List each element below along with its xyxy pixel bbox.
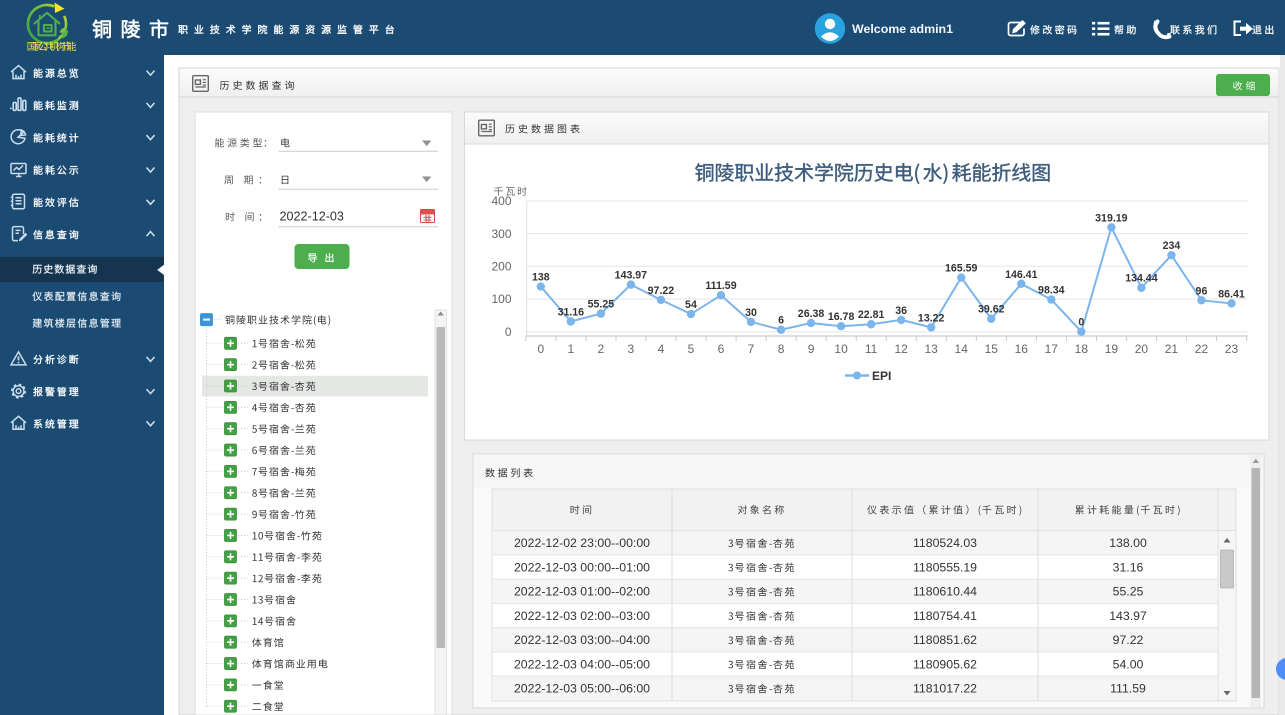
svg-text:138.00: 138.00 [1109,536,1147,550]
svg-text:39.62: 39.62 [978,304,1005,316]
svg-text:18: 18 [1075,342,1089,356]
svg-text:2022-12-03 02:00--03:00: 2022-12-03 02:00--03:00 [514,609,650,623]
svg-text:146.41: 146.41 [1005,269,1038,281]
svg-text:98.34: 98.34 [1038,285,1065,297]
svg-text:2022-12-03 03:00--04:00: 2022-12-03 03:00--04:00 [514,633,650,647]
svg-text:111.59: 111.59 [705,280,736,292]
svg-text:30: 30 [745,307,757,319]
svg-text:111.59: 111.59 [1110,682,1146,696]
svg-text:1: 1 [567,342,574,356]
svg-text:1180524.03: 1180524.03 [913,536,977,550]
svg-text:15: 15 [985,342,999,356]
svg-text:26.38: 26.38 [798,308,825,320]
svg-text:12: 12 [894,342,908,356]
svg-text:138: 138 [532,272,550,284]
svg-text:5: 5 [688,342,695,356]
svg-text:4: 4 [658,342,665,356]
svg-text:8: 8 [778,342,785,356]
svg-text:2022-12-03 05:00--06:00: 2022-12-03 05:00--06:00 [514,682,650,696]
svg-text:55.25: 55.25 [1113,585,1144,599]
svg-text:400: 400 [491,194,511,208]
svg-text:86.41: 86.41 [1218,288,1245,300]
svg-text:EPI: EPI [872,369,891,383]
svg-text:2022-12-03: 2022-12-03 [280,210,344,224]
svg-text:17: 17 [1045,342,1059,356]
svg-text:Welcome admin1: Welcome admin1 [852,22,953,36]
svg-text:10: 10 [834,342,848,356]
svg-text:1180754.41: 1180754.41 [913,609,977,623]
svg-text:19: 19 [1105,342,1119,356]
svg-text:100: 100 [491,292,511,306]
svg-text:2022-12-03 04:00--05:00: 2022-12-03 04:00--05:00 [514,657,650,671]
svg-text:200: 200 [491,260,511,274]
svg-text:16.78: 16.78 [828,311,855,323]
svg-text:1180905.62: 1180905.62 [913,657,977,671]
svg-text:21: 21 [1165,342,1179,356]
svg-text:143.97: 143.97 [615,270,648,282]
svg-text:2022-12-03 01:00--02:00: 2022-12-03 01:00--02:00 [514,585,650,599]
svg-text:97.22: 97.22 [1113,633,1144,647]
svg-text:319.19: 319.19 [1095,212,1128,224]
svg-text:31.16: 31.16 [1113,560,1144,574]
svg-text:13: 13 [925,342,939,356]
svg-text:1180851.62: 1180851.62 [913,633,977,647]
svg-text:97.22: 97.22 [648,285,675,297]
svg-text:2: 2 [598,342,605,356]
svg-text:165.59: 165.59 [945,263,978,275]
svg-text:300: 300 [491,227,511,241]
svg-text:2022-12-03 00:00--01:00: 2022-12-03 00:00--01:00 [514,560,650,574]
svg-text:16: 16 [1015,342,1029,356]
svg-text:11: 11 [865,342,878,356]
svg-text:96: 96 [1196,285,1208,297]
svg-text:134.44: 134.44 [1125,273,1158,285]
svg-text:6: 6 [718,342,725,356]
svg-text:54: 54 [685,299,697,311]
svg-text:55.25: 55.25 [588,299,615,311]
svg-text:23: 23 [1225,342,1239,356]
svg-text:20: 20 [1135,342,1149,356]
svg-text:13.22: 13.22 [918,312,945,324]
svg-text:31.16: 31.16 [558,307,585,319]
svg-text:36: 36 [895,305,907,317]
svg-text:0: 0 [1078,317,1084,329]
svg-text:1180610.44: 1180610.44 [913,585,977,599]
svg-text:2022-12-02 23:00--00:00: 2022-12-02 23:00--00:00 [514,536,650,550]
svg-text:3: 3 [628,342,635,356]
svg-text:22.81: 22.81 [858,309,885,321]
svg-text:14: 14 [955,342,969,356]
svg-text:0: 0 [505,325,512,339]
svg-text:234: 234 [1163,240,1181,252]
svg-text:22: 22 [1195,342,1209,356]
svg-text:9: 9 [808,342,815,356]
svg-text:143.97: 143.97 [1109,609,1147,623]
svg-text:6: 6 [778,315,784,327]
svg-text:0: 0 [537,342,544,356]
svg-text:1181017.22: 1181017.22 [913,682,977,696]
svg-text:1180555.19: 1180555.19 [913,560,977,574]
svg-text:7: 7 [748,342,755,356]
svg-text:54.00: 54.00 [1113,657,1144,671]
